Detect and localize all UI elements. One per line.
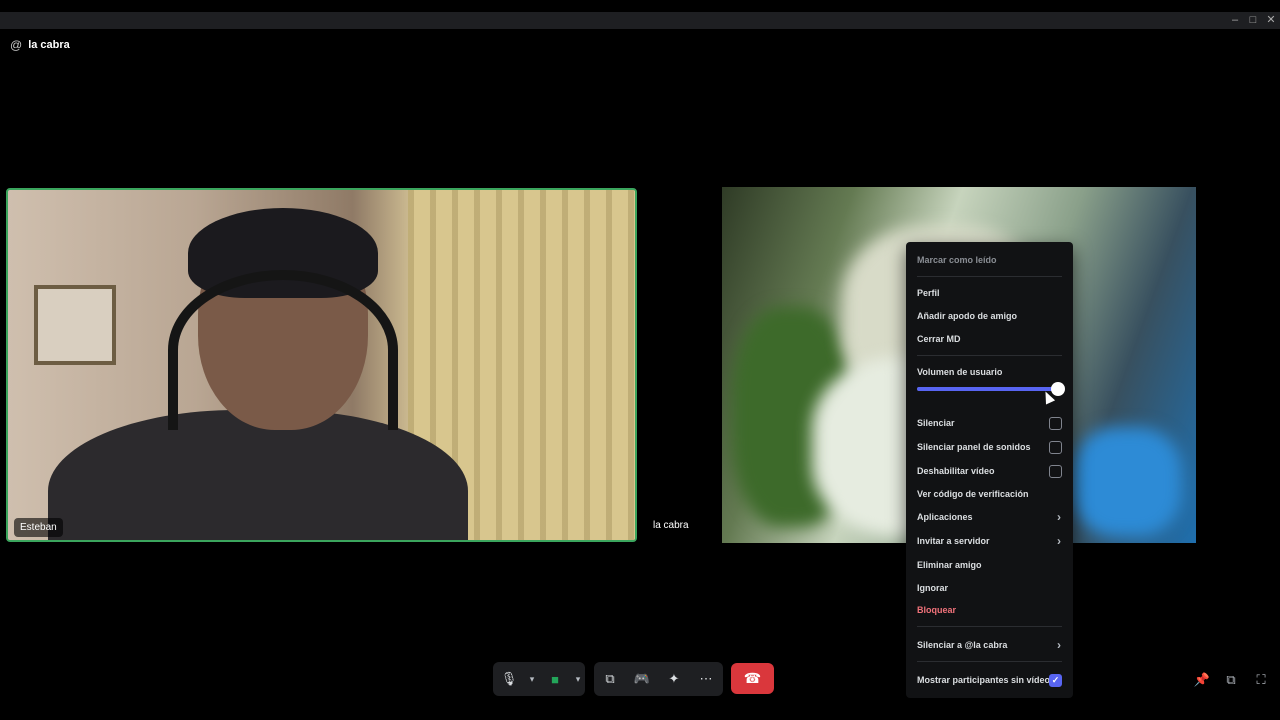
menu-divider — [917, 276, 1062, 277]
menu-item-invite-server[interactable]: Invitar a servidor › — [917, 533, 1062, 549]
hang-up-icon: ☎ — [743, 670, 762, 686]
video-tile-local[interactable]: Esteban — [6, 188, 637, 542]
gamepad-icon[interactable]: 🎮 — [626, 662, 658, 696]
menu-divider — [917, 355, 1062, 356]
menu-item-show-no-video[interactable]: Mostrar participantes sin vídeo ✓ — [917, 672, 1062, 688]
chevron-down-icon[interactable]: ▾ — [525, 662, 539, 696]
menu-item-apps[interactable]: Aplicaciones › — [917, 509, 1062, 525]
chevron-right-icon: › — [1057, 534, 1061, 548]
channel-name[interactable]: la cabra — [28, 39, 70, 51]
chevron-right-icon: › — [1057, 638, 1061, 652]
window-titlebar: – □ ✕ — [0, 12, 1280, 29]
menu-item-profile[interactable]: Perfil — [917, 285, 1062, 301]
user-volume-slider-handle[interactable] — [1051, 382, 1065, 396]
menu-item-mute-user-label: Silenciar a @la cabra — [917, 640, 1008, 650]
menu-item-apps-label: Aplicaciones — [917, 512, 973, 522]
activity-controls: ⧉ 🎮 ✦ ⋯ — [594, 662, 723, 696]
menu-item-mark-read: Marcar como leído — [917, 255, 997, 265]
pin-icon[interactable]: 📌 — [1193, 671, 1211, 689]
menu-item-close-dm[interactable]: Cerrar MD — [917, 331, 1062, 347]
menu-item-mute-soundboard-label: Silenciar panel de sonidos — [917, 442, 1031, 452]
camera-icon[interactable]: ■ — [539, 662, 571, 696]
wall-picture — [34, 285, 116, 365]
disable-video-checkbox[interactable] — [1049, 465, 1062, 478]
menu-item-disable-video[interactable]: Deshabilitar vídeo — [917, 463, 1062, 479]
menu-item-remove-friend[interactable]: Eliminar amigo — [917, 557, 1062, 573]
minimize-icon[interactable]: – — [1226, 12, 1244, 29]
menu-divider — [917, 626, 1062, 627]
show-no-video-checkbox[interactable]: ✓ — [1049, 674, 1062, 687]
menu-item-ignore[interactable]: Ignorar — [917, 580, 1062, 596]
soundboard-icon[interactable]: ✦ — [658, 662, 690, 696]
user-volume-label: Volumen de usuario — [917, 367, 1003, 377]
channel-header: @ la cabra — [10, 37, 70, 53]
screen-share-icon[interactable]: ⧉ — [594, 662, 626, 696]
hang-up-button[interactable]: ☎ — [731, 663, 774, 694]
popout-icon[interactable]: ⧉ — [1222, 671, 1240, 689]
mute-checkbox[interactable] — [1049, 417, 1062, 430]
chevron-right-icon: › — [1057, 510, 1061, 524]
user-volume-slider[interactable] — [917, 382, 1065, 396]
user-context-menu: Marcar como leído Perfil Añadir apodo de… — [906, 242, 1073, 698]
participant-label-remote: la cabra — [653, 520, 689, 531]
menu-item-mute[interactable]: Silenciar — [917, 415, 1062, 431]
menu-item-block[interactable]: Bloquear — [917, 602, 1062, 618]
menu-item-disable-video-label: Deshabilitar vídeo — [917, 466, 995, 476]
menu-divider — [917, 661, 1062, 662]
mute-soundboard-checkbox[interactable] — [1049, 441, 1062, 454]
menu-item-show-no-video-label: Mostrar participantes sin vídeo — [917, 675, 1051, 685]
more-icon[interactable]: ⋯ — [690, 662, 722, 696]
menu-item-invite-server-label: Invitar a servidor — [917, 536, 990, 546]
fullscreen-icon[interactable]: ⛶ — [1252, 671, 1270, 689]
menu-item-mute-soundboard[interactable]: Silenciar panel de sonidos — [917, 439, 1062, 455]
audio-video-controls: 🎙 ▾ ■ ▾ — [493, 662, 585, 696]
chevron-down-icon[interactable]: ▾ — [571, 662, 585, 696]
menu-item-verification-code[interactable]: Ver código de verificación — [917, 486, 1062, 502]
at-icon: @ — [10, 38, 23, 52]
user-volume-slider-fill — [917, 387, 1058, 391]
menu-item-mute-label: Silenciar — [917, 418, 955, 428]
close-icon[interactable]: ✕ — [1262, 12, 1280, 29]
video-blur-shape — [1072, 427, 1182, 537]
menu-item-mute-user[interactable]: Silenciar a @la cabra › — [917, 637, 1062, 653]
maximize-icon[interactable]: □ — [1244, 12, 1262, 29]
microphone-icon[interactable]: 🎙 — [493, 662, 525, 696]
participant-name-tag: Esteban — [14, 518, 63, 537]
headset — [168, 270, 398, 430]
menu-item-add-nickname[interactable]: Añadir apodo de amigo — [917, 308, 1062, 324]
